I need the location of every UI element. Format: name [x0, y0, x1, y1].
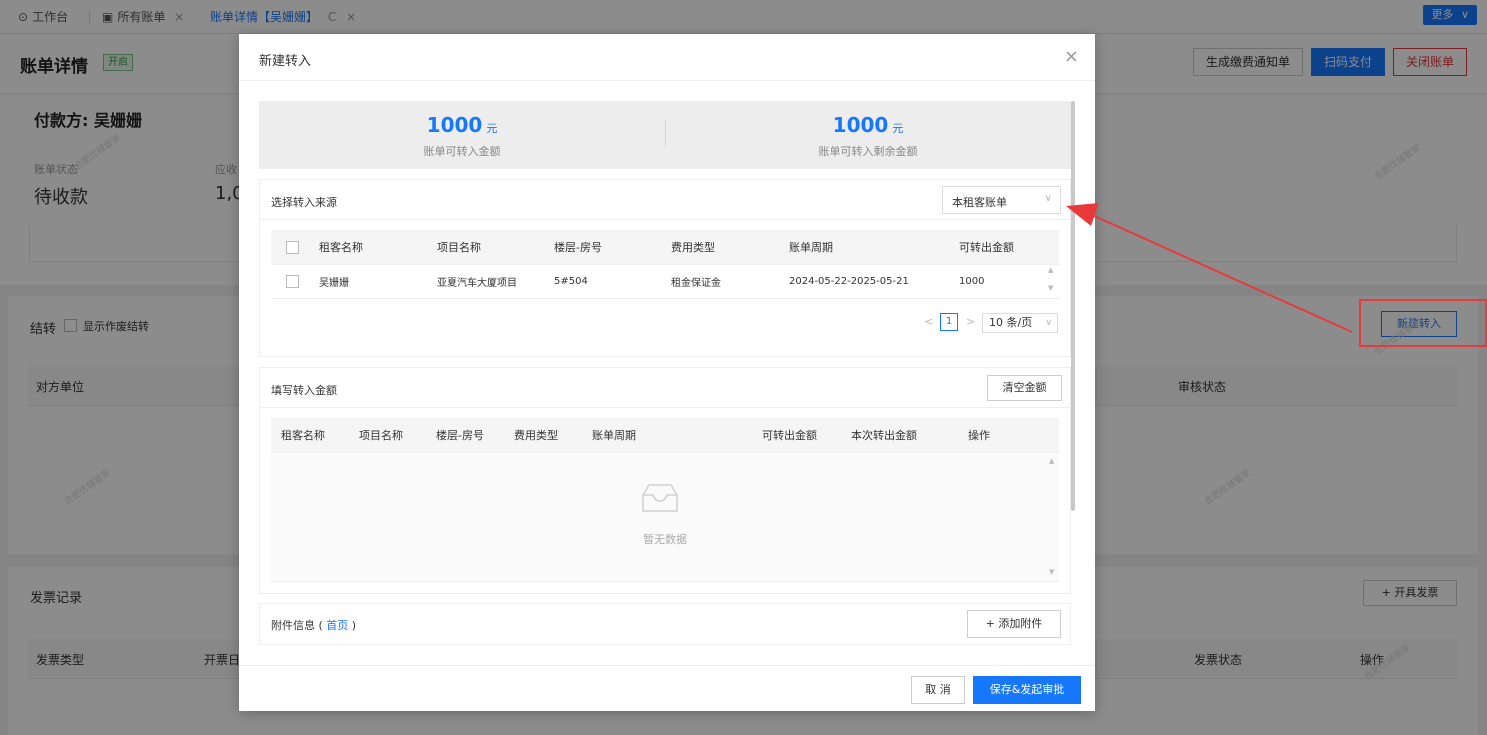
empty-text: 暂无数据 — [643, 533, 687, 546]
page-size-select[interactable]: 10 条/页 ∨ — [982, 313, 1058, 333]
table-cell: 租金保证金 — [661, 264, 779, 299]
source-section-header: 选择转入来源 本租客账单 ∨ — [260, 180, 1070, 220]
column-header: 项目名称 — [349, 418, 426, 453]
column-header: 租客名称 — [309, 230, 427, 265]
amount-table: 租客名称 项目名称 楼层-房号 费用类型 账单周期 可转出金额 本次转出金额 操… — [271, 418, 1059, 453]
column-header: 账单周期 — [582, 418, 752, 453]
amount-label: 账单可转入金额 — [423, 145, 501, 158]
select-all-checkbox[interactable] — [286, 240, 299, 254]
amount-label: 账单可转入剩余金额 — [818, 145, 918, 158]
column-header: 楼层-房号 — [426, 418, 504, 453]
empty-box-icon — [642, 484, 678, 512]
new-transfer-modal: 新建转入 × 1000 元 账单可转入金额 1000 元 账单可转入剩余金额 选择转… — [239, 34, 1095, 711]
chevron-down-icon: ∨ — [1044, 193, 1052, 204]
next-page-icon[interactable]: > — [966, 315, 975, 328]
modal-scrollbar[interactable] — [1071, 101, 1075, 511]
column-header: 可转出金额 — [752, 418, 841, 453]
table-scrollbar[interactable]: ▲ ▼ — [1049, 453, 1059, 582]
empty-state: 暂无数据 ▲ ▼ — [271, 453, 1059, 582]
table-cell: 2024-05-22-2025-05-21 — [779, 264, 949, 299]
amount-unit: 元 — [486, 122, 498, 135]
page-number[interactable]: 1 — [940, 313, 958, 331]
clear-amount-button[interactable]: 清空金额 — [987, 375, 1062, 401]
row-checkbox[interactable] — [286, 274, 299, 288]
column-header: 可转出金额 — [949, 230, 1059, 265]
amount-section-header: 填写转入金额 清空金额 — [260, 368, 1070, 408]
attachment-label-suffix: ) — [351, 619, 357, 632]
chevron-down-icon: ∨ — [1045, 318, 1052, 328]
table-row[interactable]: 吴姗姗 亚夏汽车大厦项目 5#504 租金保证金 2024-05-22-2025… — [271, 264, 1059, 299]
amount-value: 1000 — [426, 113, 483, 137]
attachment-link[interactable]: 首页 — [326, 619, 348, 632]
table-scrollbar[interactable]: ▲ ▼ — [1048, 266, 1058, 298]
remaining-amount: 1000 元 账单可转入剩余金额 — [665, 113, 1071, 159]
save-submit-button[interactable]: 保存&发起审批 — [973, 676, 1081, 704]
amount-title: 填写转入金额 — [271, 384, 337, 397]
amount-value: 1000 — [832, 113, 889, 137]
pagination: < 1 > 10 条/页 ∨ — [924, 313, 1060, 335]
source-select[interactable]: 本租客账单 ∨ — [942, 186, 1061, 214]
column-header: 费用类型 — [504, 418, 582, 453]
modal-body: 1000 元 账单可转入金额 1000 元 账单可转入剩余金额 选择转入来源 本租客… — [259, 101, 1074, 645]
transfer-summary: 1000 元 账单可转入金额 1000 元 账单可转入剩余金额 — [259, 101, 1071, 169]
column-header: 账单周期 — [779, 230, 949, 265]
modal-title: 新建转入 — [259, 54, 312, 69]
column-header: 租客名称 — [271, 418, 349, 453]
column-header: 费用类型 — [661, 230, 779, 265]
table-header-row: 租客名称 项目名称 楼层-房号 费用类型 账单周期 可转出金额 本次转出金额 操… — [271, 418, 1059, 453]
attachment-section: 附件信息 ( 首页 ) + 添加附件 — [259, 603, 1071, 645]
table-header-row: 租客名称 项目名称 楼层-房号 费用类型 账单周期 可转出金额 — [271, 230, 1059, 265]
source-title: 选择转入来源 — [271, 196, 337, 209]
amount-unit: 元 — [892, 122, 904, 135]
source-select-value: 本租客账单 — [952, 196, 1007, 209]
column-header: 操作 — [958, 418, 1059, 453]
table-cell: 1000 — [949, 264, 1059, 299]
source-table: 租客名称 项目名称 楼层-房号 费用类型 账单周期 可转出金额 吴姗姗 亚夏汽车… — [271, 230, 1059, 299]
transferable-amount: 1000 元 账单可转入金额 — [259, 113, 665, 159]
page-size-value: 10 条/页 — [989, 316, 1033, 329]
modal-footer: 取 消 保存&发起审批 — [239, 665, 1095, 711]
close-icon[interactable]: × — [1064, 46, 1079, 67]
column-header: 楼层-房号 — [544, 230, 661, 265]
add-attachment-button[interactable]: + 添加附件 — [967, 610, 1061, 638]
table-cell: 5#504 — [544, 264, 661, 299]
table-cell: 亚夏汽车大厦项目 — [427, 264, 544, 299]
prev-page-icon[interactable]: < — [924, 315, 933, 328]
source-section: 选择转入来源 本租客账单 ∨ 租客名称 项目名称 楼层-房号 费用类型 账单周期… — [259, 179, 1071, 357]
column-header: 项目名称 — [427, 230, 544, 265]
annotation-highlight-box — [1359, 299, 1487, 347]
attachment-label-prefix: 附件信息 ( — [271, 619, 323, 632]
amount-section: 填写转入金额 清空金额 租客名称 项目名称 楼层-房号 费用类型 账单周期 可转… — [259, 367, 1071, 594]
modal-header: 新建转入 × — [239, 34, 1095, 81]
select-all-cell — [271, 230, 309, 265]
row-select-cell — [271, 264, 309, 299]
column-header: 本次转出金额 — [841, 418, 958, 453]
attachment-label: 附件信息 ( 首页 ) — [271, 617, 356, 633]
table-cell: 吴姗姗 — [309, 264, 427, 299]
cancel-button[interactable]: 取 消 — [911, 676, 965, 704]
